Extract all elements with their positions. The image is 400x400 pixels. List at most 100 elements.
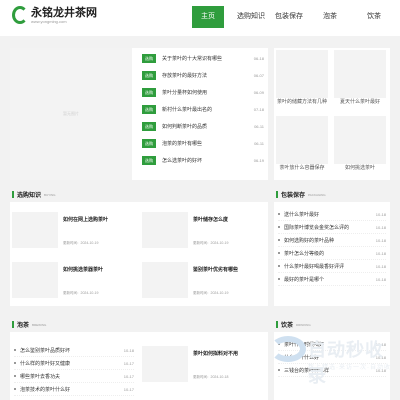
section-title-packaging: 包装保存 PACKAGING [276,190,326,199]
list-item-title: 什么茶叶最好喝最香好评评 [284,263,345,270]
logo-subtitle: www.yongming.com [31,18,67,24]
list-item-title: 茶叶怎么分等级的 [284,250,325,257]
bullet [278,252,280,254]
article-card[interactable]: 茶叶储存怎么度 更新时间：2024-10-19 [142,212,228,248]
news-date: 06-09 [253,90,264,95]
section-title-en: PACKAGING [308,192,326,197]
thumb-grid: 茶叶的储藏方法有几种 夏天什么茶叶最好 茶叶放什么容器保存 如何挑选茶叶 [274,48,390,180]
news-title: 关于茶叶的十大常识有哪些 [162,56,223,62]
title-accent [12,191,14,198]
nav-item-packaging[interactable]: 包装保存 [270,6,308,28]
bullet [278,265,280,267]
article-card[interactable]: 茶叶如何拟料对不用 更新时间：2024-10-18 [142,346,238,382]
list-item-date: 10-17 [123,373,134,379]
thumb-card[interactable]: 茶叶放什么容器保存 [276,116,328,172]
news-title: 如何判断茶叶的品质 [162,124,208,130]
news-tag: 选购 [142,156,156,165]
bullet [278,278,280,280]
list-item-title: 怎么鉴别茶叶品质好坏 [20,347,71,354]
article-card[interactable]: 如何在网上选购茶叶 更新时间：2024-10-19 [12,212,108,248]
list-item[interactable]: 什么茶叶最好喝最香好评评 10-18 [278,260,386,273]
article-title: 如何挑选茶器茶叶 [63,267,104,273]
news-item[interactable]: 选购 新村什么茶叶最出名的 07-18 [142,101,264,118]
article-title: 茶叶如何拟料对不用 [193,351,239,357]
news-title: 怎么选茶叶的好坏 [162,158,203,164]
article-date: 更新时间：2024-10-19 [193,291,229,295]
list-item[interactable]: 茶叶怎么分等级的 10-18 [278,247,386,260]
news-date: 06-11 [254,141,264,146]
section-title-en: DRINKING [296,322,311,327]
nav-item-home[interactable]: 主页 [192,6,224,28]
site-logo[interactable]: 永铭龙井茶网 www.yongming.com [12,6,97,24]
watermark-subtitle: 数上精选·来访一次·自动收录 [308,365,391,380]
featured-image[interactable]: 暂无图片 [10,48,132,180]
watermark: 自动秒收录 数上精选·来访一次·自动收录 [270,330,395,386]
buying-section: 如何在网上选购茶叶 更新时间：2024-10-19 茶叶储存怎么度 更新时间：202… [10,202,268,306]
list-item[interactable]: 国际茶叶博览会金奖怎么评的 10-18 [278,221,386,234]
section-title-text: 饮茶 [281,323,294,329]
news-item[interactable]: 选购 存放茶叶的最好方法 06-07 [142,67,264,84]
article-image [12,262,58,298]
thumb-image [334,50,386,98]
news-date: 06-07 [253,73,264,78]
thumb-card[interactable]: 夏天什么茶叶最好 [334,50,386,106]
title-accent [276,321,278,328]
news-tag: 选购 [142,54,156,63]
thumb-caption: 夏天什么茶叶最好 [339,99,380,105]
section-title-text: 泡茶 [17,323,30,329]
nav-item-brewing[interactable]: 泡茶 [308,6,352,28]
news-item[interactable]: 选购 泡茶的茶叶有哪些 06-11 [142,135,264,152]
news-title: 存放茶叶的最好方法 [162,73,208,79]
news-item[interactable]: 选购 怎么选茶叶的好坏 06-19 [142,152,264,169]
list-item[interactable]: 送什么茶叶最好 10-18 [278,208,386,221]
news-title: 新村什么茶叶最出名的 [162,107,213,113]
nav-item-buying[interactable]: 选购知识 [232,6,270,28]
section-title-en: BREWING [32,322,47,327]
list-item-title: 哪些茶叶去香功夫 [20,373,61,380]
list-item-date: 10-18 [123,347,134,353]
list-item[interactable]: 泡茶技术的茶叶什么好 10-17 [14,383,134,396]
bullet [14,362,16,364]
news-item[interactable]: 选购 如何判断茶叶的品质 06-11 [142,118,264,135]
news-tag: 选购 [142,139,156,148]
news-date: 07-18 [253,107,264,112]
brewing-section: 怎么鉴别茶叶品质好坏 10-18 什么样的茶叶好又健康 10-17 哪些茶叶去香功夫… [10,332,268,400]
article-title: 如何在网上选购茶叶 [63,217,109,223]
article-date: 更新时间：2024-10-19 [63,291,99,295]
thumb-card[interactable]: 如何挑选茶叶 [334,116,386,172]
list-item[interactable]: 什么样的茶叶好又健康 10-17 [14,357,134,370]
list-item-title: 什么样的茶叶好又健康 [20,360,71,367]
article-date: 更新时间：2024-10-19 [193,241,229,245]
list-item-date: 10-18 [375,250,386,256]
news-tag: 选购 [142,88,156,97]
thumb-card[interactable]: 茶叶的储藏方法有几种 [276,50,328,106]
featured-news-list: 选购 关于茶叶的十大常识有哪些 06-18 选购 存放茶叶的最好方法 06-07 选购茶… [142,50,264,169]
news-tag: 选购 [142,71,156,80]
title-accent [12,321,14,328]
bullet [14,349,16,351]
list-item-title: 泡茶技术的茶叶什么好 [20,386,71,393]
article-title: 茶叶储存怎么度 [193,217,229,223]
list-item-date: 10-18 [375,211,386,217]
section-title-text: 包装保存 [281,193,306,199]
news-tag: 选购 [142,122,156,131]
article-card[interactable]: 如何挑选茶器茶叶 更新时间：2024-10-19 [12,262,103,298]
list-item[interactable]: 怎么鉴别茶叶品质好坏 10-18 [14,344,134,357]
article-card[interactable]: 鉴别茶叶优劣有哪些 更新时间：2024-10-19 [142,262,238,298]
list-item[interactable]: 最好的茶叶是哪个 10-18 [278,273,386,286]
section-title-brewing: 泡茶 BREWING [12,320,46,329]
news-date: 06-18 [253,56,264,61]
list-item[interactable]: 如何选购好的茶叶品种 10-18 [278,234,386,247]
list-item[interactable]: 哪些茶叶去香功夫 10-17 [14,370,134,383]
nav-item-drinking[interactable]: 饮茶 [352,6,396,28]
news-item[interactable]: 选购 茶叶分量杯如何使用 06-09 [142,84,264,101]
thumb-caption: 茶叶的储藏方法有几种 [276,99,327,105]
article-image [142,212,188,248]
news-title: 茶叶分量杯如何使用 [162,90,208,96]
list-item-date: 10-18 [375,263,386,269]
thumb-image [276,116,328,164]
news-item[interactable]: 选购 关于茶叶的十大常识有哪些 06-18 [142,50,264,67]
news-date: 06-19 [253,158,264,163]
logo-icon [12,6,28,24]
article-date: 更新时间：2024-10-18 [193,375,229,379]
